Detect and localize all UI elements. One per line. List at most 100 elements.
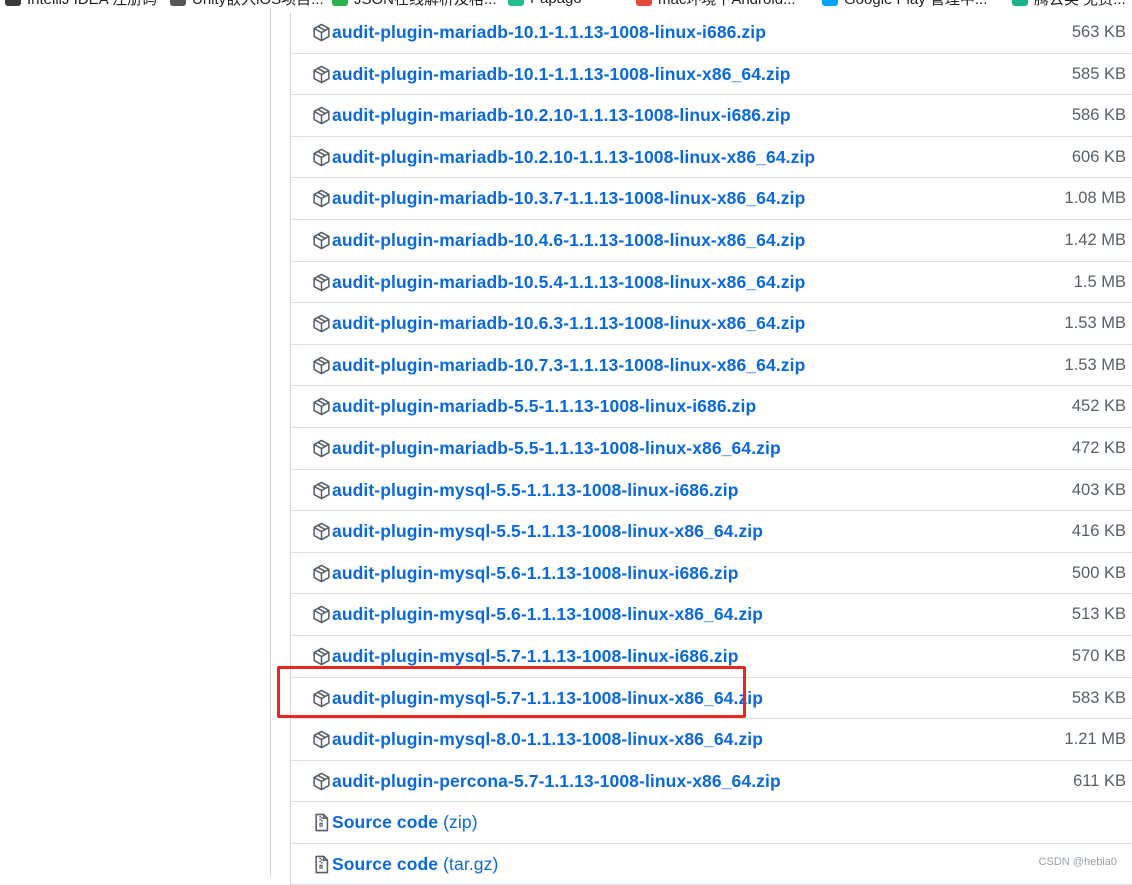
asset-download-link[interactable]: audit-plugin-mariadb-10.2.10-1.1.13-1008… xyxy=(332,147,815,168)
source-format: (tar.gz) xyxy=(443,853,499,874)
asset-name: audit-plugin-mariadb-10.5.4-1.1.13-1008-… xyxy=(332,271,806,292)
asset-download-link[interactable]: audit-plugin-mariadb-5.5-1.1.13-1008-lin… xyxy=(332,438,781,459)
bookmark-label: Google Play 管理中... xyxy=(844,0,987,8)
asset-name: audit-plugin-mysql-5.7-1.1.13-1008-linux… xyxy=(332,645,739,666)
bookmark-favicon-icon xyxy=(1012,0,1028,6)
asset-row: audit-plugin-mariadb-10.7.3-1.1.13-1008-… xyxy=(291,345,1132,387)
asset-download-link[interactable]: audit-plugin-mysql-5.6-1.1.13-1008-linux… xyxy=(332,604,763,625)
asset-size: 585 KB xyxy=(1071,64,1126,83)
bookmark-label: 腾云奖 免费... xyxy=(1034,0,1126,8)
asset-download-link[interactable]: audit-plugin-mysql-8.0-1.1.13-1008-linux… xyxy=(332,729,763,750)
package-icon xyxy=(312,231,331,250)
asset-download-link[interactable]: audit-plugin-mariadb-10.5.4-1.1.13-1008-… xyxy=(332,272,805,293)
bookmark-item[interactable]: IntelliJ IDEA 注册码 xyxy=(5,0,157,8)
package-icon xyxy=(312,148,331,167)
package-icon xyxy=(312,730,331,749)
asset-size: 1.53 MB xyxy=(1064,355,1126,374)
asset-row: audit-plugin-mariadb-10.1-1.1.13-1008-li… xyxy=(291,54,1132,96)
package-icon xyxy=(312,397,331,416)
asset-name: audit-plugin-mysql-5.5-1.1.13-1008-linux… xyxy=(332,479,739,500)
asset-row: audit-plugin-mysql-5.5-1.1.13-1008-linux… xyxy=(291,511,1132,553)
bookmark-item[interactable]: JSON在线解析及格... xyxy=(332,0,497,8)
asset-size: 1.08 MB xyxy=(1064,189,1126,208)
asset-download-link[interactable]: Source code (tar.gz) xyxy=(332,854,498,875)
asset-name: audit-plugin-mariadb-10.2.10-1.1.13-1008… xyxy=(332,146,816,167)
bookmark-favicon-icon xyxy=(508,0,524,6)
asset-download-link[interactable]: audit-plugin-mariadb-10.6.3-1.1.13-1008-… xyxy=(332,313,805,334)
asset-name: audit-plugin-mariadb-10.6.3-1.1.13-1008-… xyxy=(332,313,806,334)
asset-row: audit-plugin-mysql-8.0-1.1.13-1008-linux… xyxy=(291,719,1132,761)
asset-download-link[interactable]: audit-plugin-mariadb-10.7.3-1.1.13-1008-… xyxy=(332,355,805,376)
bookmark-item[interactable]: Unity嵌入iOS项目... xyxy=(170,0,324,8)
asset-download-link[interactable]: audit-plugin-mysql-5.6-1.1.13-1008-linux… xyxy=(332,563,739,584)
asset-row: audit-plugin-mysql-5.5-1.1.13-1008-linux… xyxy=(291,470,1132,512)
asset-row: audit-plugin-mariadb-10.5.4-1.1.13-1008-… xyxy=(291,262,1132,304)
asset-size: 513 KB xyxy=(1071,605,1126,624)
asset-row: audit-plugin-mariadb-10.6.3-1.1.13-1008-… xyxy=(291,303,1132,345)
package-icon xyxy=(312,356,331,375)
asset-row: audit-plugin-mariadb-10.2.10-1.1.13-1008… xyxy=(291,137,1132,179)
asset-download-link[interactable]: Source code (zip) xyxy=(332,812,478,833)
asset-download-link[interactable]: audit-plugin-mysql-5.7-1.1.13-1008-linux… xyxy=(332,688,763,709)
asset-size: 1.5 MB xyxy=(1073,272,1126,291)
asset-download-link[interactable]: audit-plugin-mariadb-10.1-1.1.13-1008-li… xyxy=(332,64,791,85)
asset-name: audit-plugin-mariadb-5.5-1.1.13-1008-lin… xyxy=(332,396,757,417)
package-icon xyxy=(312,647,331,666)
bookmark-label: JSON在线解析及格... xyxy=(354,0,497,8)
asset-download-link[interactable]: audit-plugin-mysql-5.7-1.1.13-1008-linux… xyxy=(332,646,739,667)
bookmark-item[interactable]: Papago xyxy=(508,0,582,8)
asset-name: Source code xyxy=(332,853,439,874)
asset-name: audit-plugin-mariadb-10.4.6-1.1.13-1008-… xyxy=(332,229,806,250)
asset-size: 1.21 MB xyxy=(1064,730,1126,749)
asset-row: audit-plugin-mysql-5.6-1.1.13-1008-linux… xyxy=(291,553,1132,595)
asset-size: 586 KB xyxy=(1071,106,1126,125)
asset-size: 500 KB xyxy=(1071,563,1126,582)
asset-download-link[interactable]: audit-plugin-mariadb-10.1-1.1.13-1008-li… xyxy=(332,22,766,43)
bookmarks-bar: IntelliJ IDEA 注册码 Unity嵌入iOS项目... JSON在线解析… xyxy=(0,0,1132,8)
asset-size: 583 KB xyxy=(1071,688,1126,707)
bookmark-label: Unity嵌入iOS项目... xyxy=(192,0,324,8)
asset-name: audit-plugin-mariadb-10.2.10-1.1.13-1008… xyxy=(332,105,791,126)
bookmark-item[interactable]: Google Play 管理中... xyxy=(822,0,987,8)
asset-download-link[interactable]: audit-plugin-mariadb-5.5-1.1.13-1008-lin… xyxy=(332,396,756,417)
watermark: CSDN @hebia0 xyxy=(1038,856,1117,868)
asset-row: audit-plugin-mariadb-10.1-1.1.13-1008-li… xyxy=(291,12,1132,54)
asset-name: audit-plugin-mariadb-10.1-1.1.13-1008-li… xyxy=(332,22,767,42)
bookmark-favicon-icon xyxy=(822,0,838,6)
asset-name: audit-plugin-mysql-5.6-1.1.13-1008-linux… xyxy=(332,604,764,625)
asset-row: audit-plugin-mariadb-10.4.6-1.1.13-1008-… xyxy=(291,220,1132,262)
asset-download-link[interactable]: audit-plugin-mysql-5.5-1.1.13-1008-linux… xyxy=(332,480,739,501)
bookmark-item[interactable]: 腾云奖 免费... xyxy=(1012,0,1126,8)
asset-name: audit-plugin-mysql-5.5-1.1.13-1008-linux… xyxy=(332,521,764,542)
asset-download-link[interactable]: audit-plugin-mariadb-10.2.10-1.1.13-1008… xyxy=(332,105,791,126)
asset-row: audit-plugin-mariadb-10.3.7-1.1.13-1008-… xyxy=(291,178,1132,220)
asset-size: 563 KB xyxy=(1071,23,1126,41)
asset-download-link[interactable]: audit-plugin-percona-5.7-1.1.13-1008-lin… xyxy=(332,771,781,792)
package-icon xyxy=(312,189,331,208)
asset-download-link[interactable]: audit-plugin-mariadb-10.4.6-1.1.13-1008-… xyxy=(332,230,805,251)
bookmark-label: IntelliJ IDEA 注册码 xyxy=(27,0,157,8)
release-sidebar xyxy=(0,8,271,876)
bookmark-favicon-icon xyxy=(636,0,652,6)
package-icon xyxy=(312,689,331,708)
package-icon xyxy=(312,772,331,791)
asset-size: 570 KB xyxy=(1071,646,1126,665)
bookmark-label: Papago xyxy=(530,0,582,7)
bookmark-favicon-icon xyxy=(332,0,348,6)
asset-size: 1.42 MB xyxy=(1064,230,1126,249)
asset-row: audit-plugin-mariadb-10.2.10-1.1.13-1008… xyxy=(291,95,1132,137)
asset-row: audit-plugin-mysql-5.7-1.1.13-1008-linux… xyxy=(291,636,1132,678)
asset-row: Source code (zip) xyxy=(291,802,1132,844)
asset-row: audit-plugin-mysql-5.7-1.1.13-1008-linux… xyxy=(291,678,1132,720)
package-icon xyxy=(312,481,331,500)
asset-size: 606 KB xyxy=(1071,147,1126,166)
asset-row: audit-plugin-mariadb-5.5-1.1.13-1008-lin… xyxy=(291,428,1132,470)
asset-name: audit-plugin-mysql-8.0-1.1.13-1008-linux… xyxy=(332,729,764,750)
bookmark-item[interactable]: mac环境下Android... xyxy=(636,0,796,8)
asset-name: audit-plugin-mysql-5.7-1.1.13-1008-linux… xyxy=(332,687,764,708)
bookmark-favicon-icon xyxy=(170,0,186,6)
asset-download-link[interactable]: audit-plugin-mysql-5.5-1.1.13-1008-linux… xyxy=(332,521,763,542)
package-icon xyxy=(312,439,331,458)
package-icon xyxy=(312,273,331,292)
asset-download-link[interactable]: audit-plugin-mariadb-10.3.7-1.1.13-1008-… xyxy=(332,188,805,209)
